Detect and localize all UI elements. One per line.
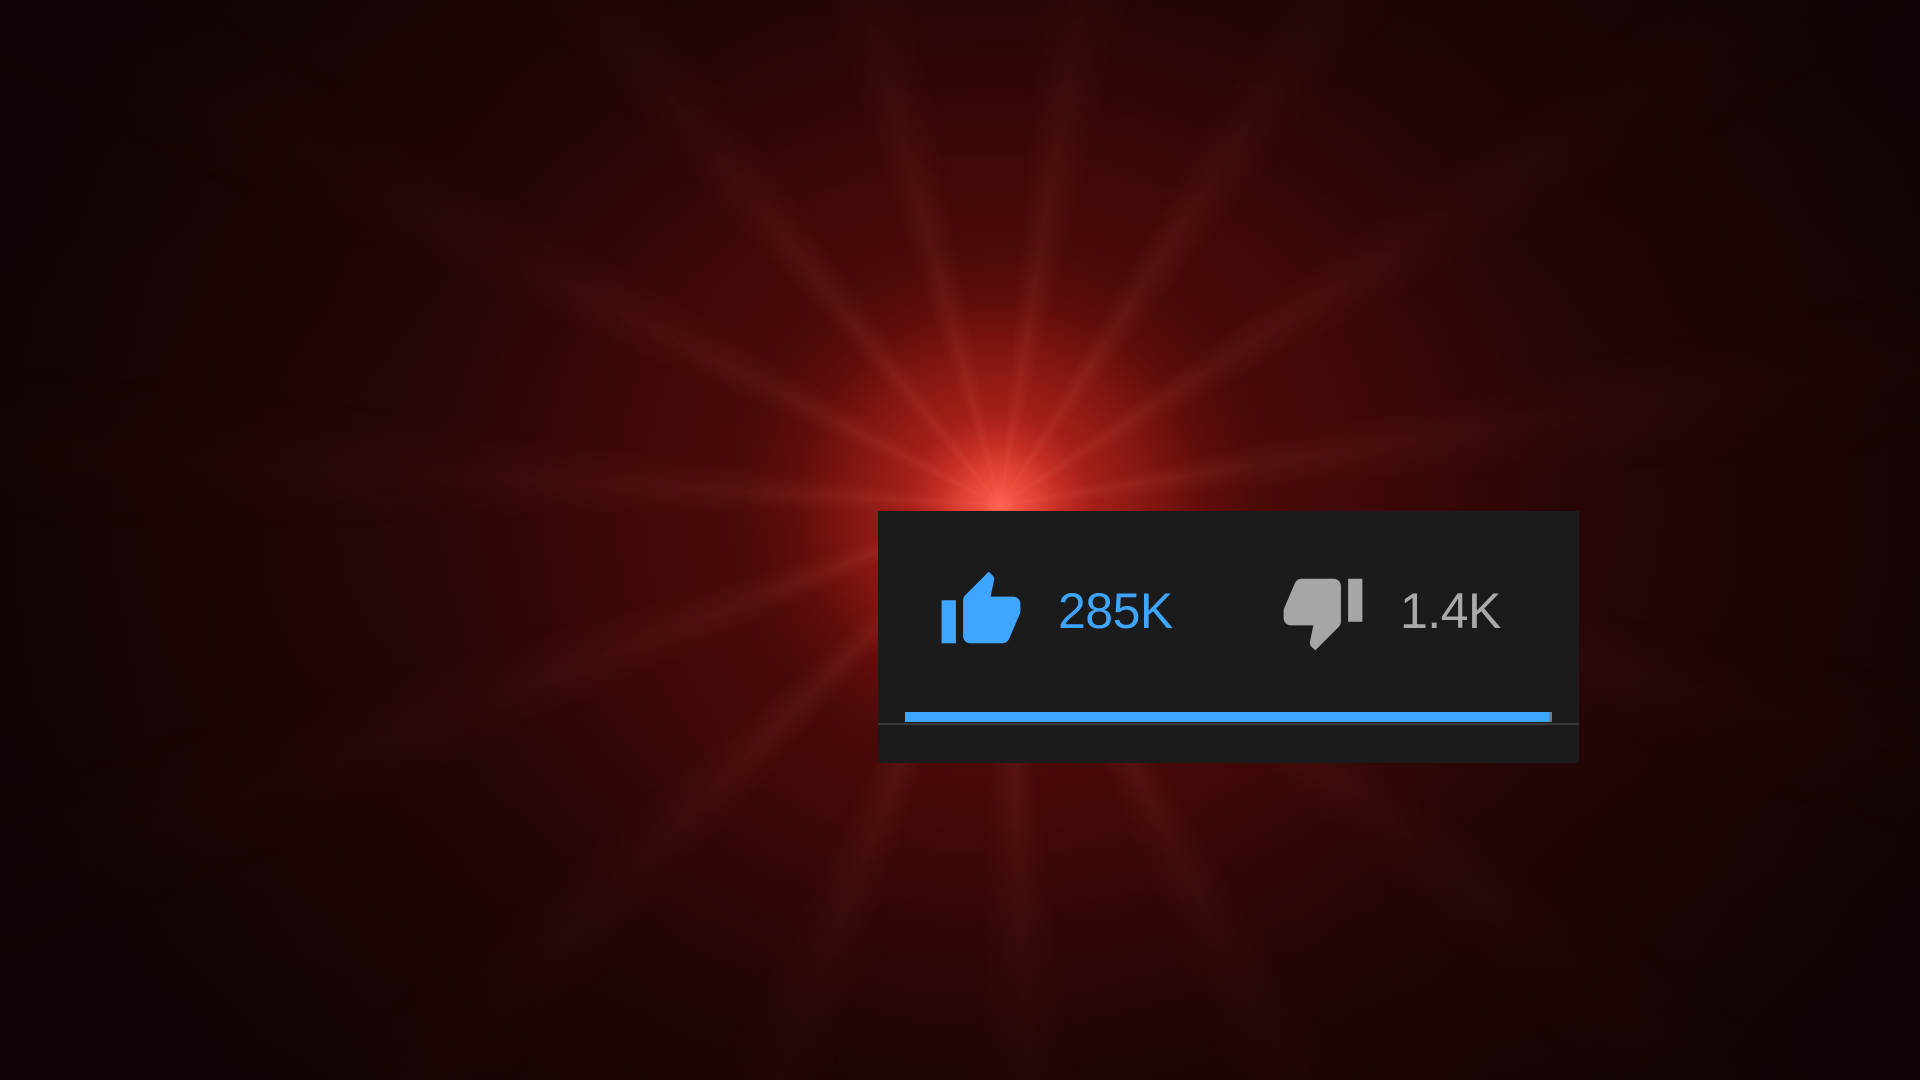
like-button[interactable]: 285K [938, 561, 1173, 661]
dislike-button[interactable]: 1.4K [1280, 561, 1501, 661]
background: 285K 1.4K [0, 0, 1920, 1080]
thumbs-down-icon [1280, 568, 1366, 654]
rating-buttons: 285K 1.4K [878, 511, 1579, 711]
like-dislike-ratio-bar [878, 712, 1579, 726]
rating-panel: 285K 1.4K [878, 511, 1579, 763]
ratio-bar-like-fill [905, 712, 1549, 722]
thumbs-up-icon [938, 568, 1024, 654]
ratio-bar-baseline [878, 723, 1579, 725]
like-count: 285K [1058, 583, 1173, 639]
dislike-count: 1.4K [1400, 583, 1501, 639]
